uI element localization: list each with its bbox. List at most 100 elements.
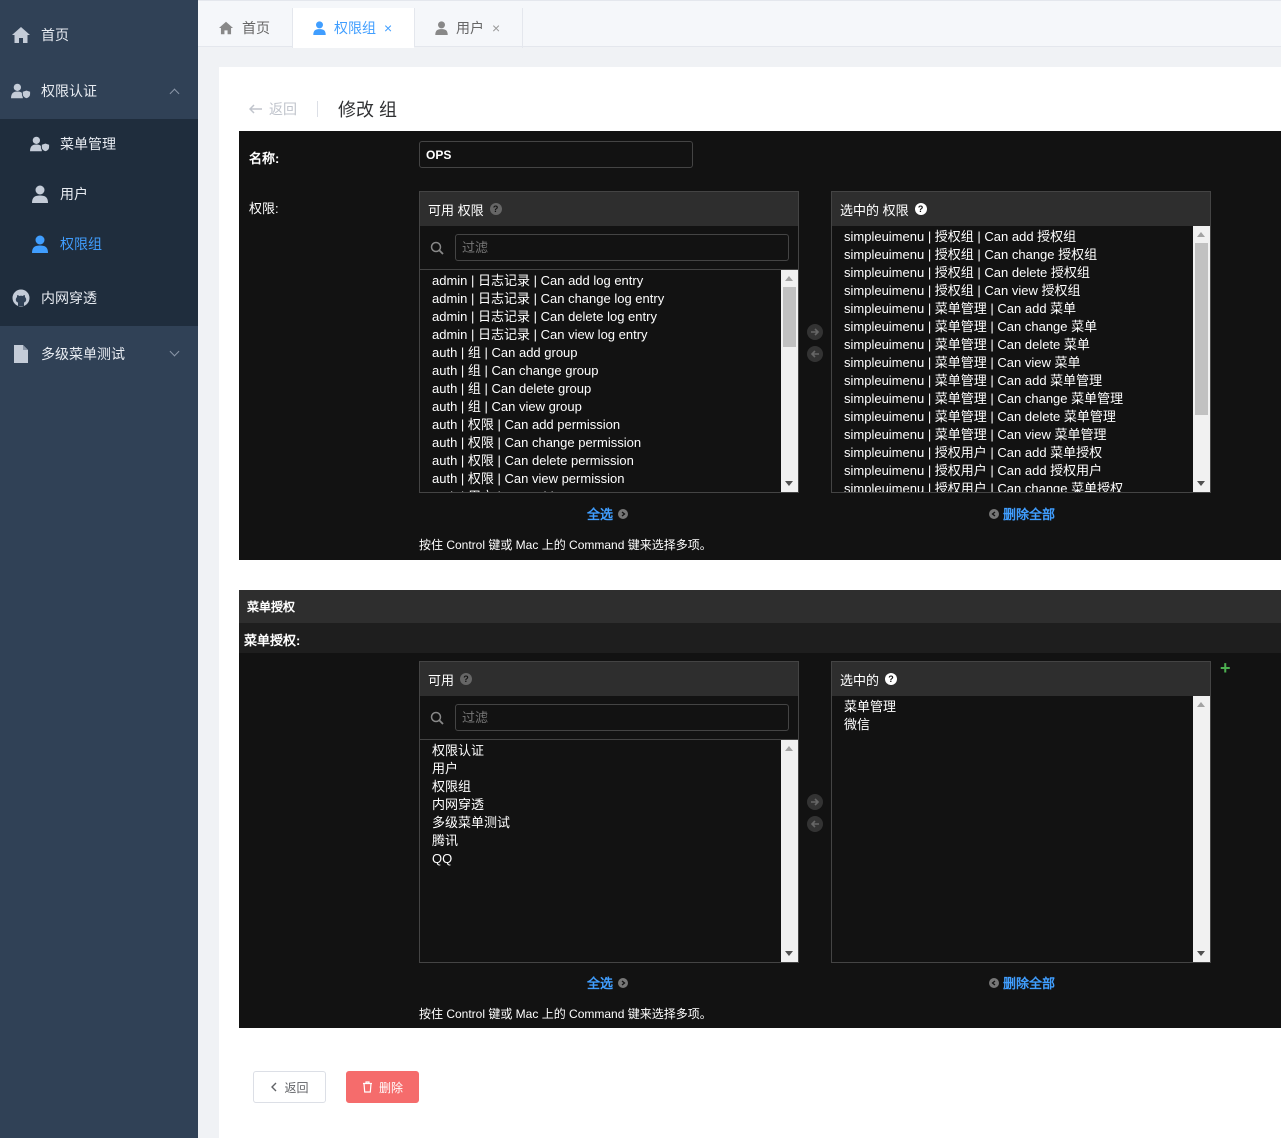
scroll-up-icon[interactable] — [785, 746, 793, 751]
scroll-down-icon[interactable] — [785, 951, 793, 956]
option-item[interactable]: auth | 权限 | Can view permission — [432, 470, 769, 488]
filter-input[interactable] — [455, 234, 789, 261]
remove-all-button[interactable]: 删除全部 — [989, 504, 1055, 523]
help-icon: ? — [885, 673, 898, 685]
option-item[interactable]: simpleuimenu | 授权组 | Can add 授权组 — [844, 228, 1181, 246]
option-item[interactable]: 菜单管理 — [844, 698, 1181, 716]
option-item[interactable]: simpleuimenu | 授权用户 | Can add 菜单授权 — [844, 444, 1181, 462]
chosen-menus-box: 选中的 ? 菜单管理 微信 — [831, 661, 1211, 963]
user-shield-icon — [30, 134, 50, 154]
option-item[interactable]: simpleuimenu | 授权用户 | Can change 菜单授权 — [844, 480, 1181, 492]
option-item[interactable]: simpleuimenu | 授权用户 | Can add 授权用户 — [844, 462, 1181, 480]
inline-section-title: 菜单授权 — [239, 590, 1281, 623]
scrollbar[interactable] — [781, 740, 798, 962]
option-item[interactable]: QQ — [432, 850, 769, 868]
scroll-thumb[interactable] — [1195, 243, 1208, 415]
option-item[interactable]: 权限组 — [432, 778, 769, 796]
option-item[interactable]: simpleuimenu | 菜单管理 | Can delete 菜单管理 — [844, 408, 1181, 426]
help-icon: ? — [914, 203, 927, 215]
divider — [317, 101, 318, 117]
filter-input[interactable] — [455, 704, 789, 731]
chosen-title-text: 选中的 — [840, 672, 880, 688]
delete-button[interactable]: 删除 — [346, 1071, 419, 1103]
option-item[interactable]: simpleuimenu | 授权组 | Can view 授权组 — [844, 282, 1181, 300]
scroll-down-icon[interactable] — [1197, 951, 1205, 956]
sidebar-item-users[interactable]: 用户 — [0, 169, 198, 219]
option-item[interactable]: auth | 权限 | Can delete permission — [432, 452, 769, 470]
option-item[interactable]: auth | 组 | Can change group — [432, 362, 769, 380]
tab-groups[interactable]: 权限组 × — [293, 8, 415, 48]
option-item[interactable]: auth | 权限 | Can change permission — [432, 434, 769, 452]
option-item[interactable]: 多级菜单测试 — [432, 814, 769, 832]
scroll-down-icon[interactable] — [1197, 481, 1205, 486]
scroll-up-icon[interactable] — [785, 276, 793, 281]
chosen-permissions-list[interactable]: simpleuimenu | 授权组 | Can add 授权组 simpleui… — [832, 226, 1210, 492]
sidebar-item-menu-manage[interactable]: 菜单管理 — [0, 119, 198, 169]
option-item[interactable]: 内网穿透 — [432, 796, 769, 814]
home-icon — [218, 21, 234, 35]
chosen-menus-title: 选中的 ? — [832, 662, 1210, 696]
sidebar-item-groups[interactable]: 权限组 — [0, 219, 198, 269]
option-item[interactable]: 权限认证 — [432, 742, 769, 760]
scroll-up-icon[interactable] — [1197, 232, 1205, 237]
chevron-up-icon — [169, 88, 180, 99]
group-fieldset: 名称: 权限: 可用 权限 ? admin | 日志记录 | Can add l… — [239, 131, 1281, 560]
name-field[interactable] — [419, 141, 693, 168]
option-item[interactable]: simpleuimenu | 菜单管理 | Can change 菜单管理 — [844, 390, 1181, 408]
remove-arrow-icon[interactable] — [807, 816, 823, 832]
tab-home[interactable]: 首页 — [198, 8, 293, 48]
name-label: 名称: — [249, 151, 280, 166]
options: simpleuimenu | 授权组 | Can add 授权组 simpleui… — [832, 226, 1193, 492]
remove-all-label: 删除全部 — [1003, 507, 1056, 522]
chosen-menus-list[interactable]: 菜单管理 微信 — [832, 696, 1210, 962]
option-item[interactable]: simpleuimenu | 菜单管理 | Can delete 菜单 — [844, 336, 1181, 354]
option-item[interactable]: simpleuimenu | 授权组 | Can change 授权组 — [844, 246, 1181, 264]
option-item[interactable]: auth | 组 | Can add group — [432, 344, 769, 362]
scrollbar[interactable] — [781, 270, 798, 492]
option-item[interactable]: simpleuimenu | 菜单管理 | Can add 菜单 — [844, 300, 1181, 318]
tab-label: 用户 — [456, 20, 484, 36]
option-item[interactable]: simpleuimenu | 菜单管理 | Can view 菜单管理 — [844, 426, 1181, 444]
remove-all-button[interactable]: 删除全部 — [989, 973, 1055, 992]
option-item[interactable]: simpleuimenu | 授权组 | Can delete 授权组 — [844, 264, 1181, 282]
tab-users[interactable]: 用户 × — [415, 8, 523, 48]
option-item[interactable]: admin | 日志记录 | Can delete log entry — [432, 308, 769, 326]
option-item[interactable]: 腾讯 — [432, 832, 769, 850]
option-item[interactable]: simpleuimenu | 菜单管理 | Can add 菜单管理 — [844, 372, 1181, 390]
scroll-up-icon[interactable] — [1197, 702, 1205, 707]
option-item[interactable]: auth | 组 | Can delete group — [432, 380, 769, 398]
back-link[interactable]: 返回 — [249, 99, 297, 119]
option-item[interactable]: auth | 组 | Can view group — [432, 398, 769, 416]
add-menu-button[interactable]: + — [1220, 658, 1231, 679]
remove-arrow-icon[interactable] — [807, 346, 823, 362]
sidebar-item-auth[interactable]: 权限认证 — [0, 63, 198, 119]
available-permissions-list[interactable]: admin | 日志记录 | Can add log entry admin | … — [420, 270, 798, 492]
scroll-thumb[interactable] — [783, 287, 796, 347]
scrollbar[interactable] — [1193, 696, 1210, 962]
sidebar-item-multilevel[interactable]: 多级菜单测试 — [0, 326, 198, 382]
option-item[interactable]: admin | 日志记录 | Can view log entry — [432, 326, 769, 344]
choose-arrow-icon[interactable] — [807, 324, 823, 340]
close-icon[interactable]: × — [492, 20, 500, 36]
sidebar-item-tunnel[interactable]: 内网穿透 — [0, 270, 198, 326]
choose-arrow-icon[interactable] — [807, 794, 823, 810]
option-item[interactable]: simpleuimenu | 菜单管理 | Can view 菜单 — [844, 354, 1181, 372]
option-item[interactable]: auth | 权限 | Can add permission — [432, 416, 769, 434]
scrollbar[interactable] — [1193, 226, 1210, 492]
close-icon[interactable]: × — [384, 20, 392, 36]
choose-all-button[interactable]: 全选 — [587, 504, 629, 523]
scroll-down-icon[interactable] — [785, 481, 793, 486]
option-item[interactable]: 微信 — [844, 716, 1181, 734]
arrow-left-circle-icon — [989, 977, 999, 988]
available-menus-list[interactable]: 权限认证 用户 权限组 内网穿透 多级菜单测试 腾讯 QQ — [420, 740, 798, 962]
tab-label: 首页 — [242, 20, 270, 36]
option-item[interactable]: 用户 — [432, 760, 769, 778]
choose-all-button[interactable]: 全选 — [587, 973, 629, 992]
option-item[interactable]: auth | 用户 | Can add user — [432, 488, 769, 492]
option-item[interactable]: admin | 日志记录 | Can change log entry — [432, 290, 769, 308]
back-button[interactable]: 返回 — [253, 1071, 326, 1103]
menu-auth-label: 菜单授权: — [244, 633, 301, 648]
option-item[interactable]: admin | 日志记录 | Can add log entry — [432, 272, 769, 290]
option-item[interactable]: simpleuimenu | 菜单管理 | Can change 菜单 — [844, 318, 1181, 336]
sidebar-item-home[interactable]: 首页 — [0, 7, 198, 63]
